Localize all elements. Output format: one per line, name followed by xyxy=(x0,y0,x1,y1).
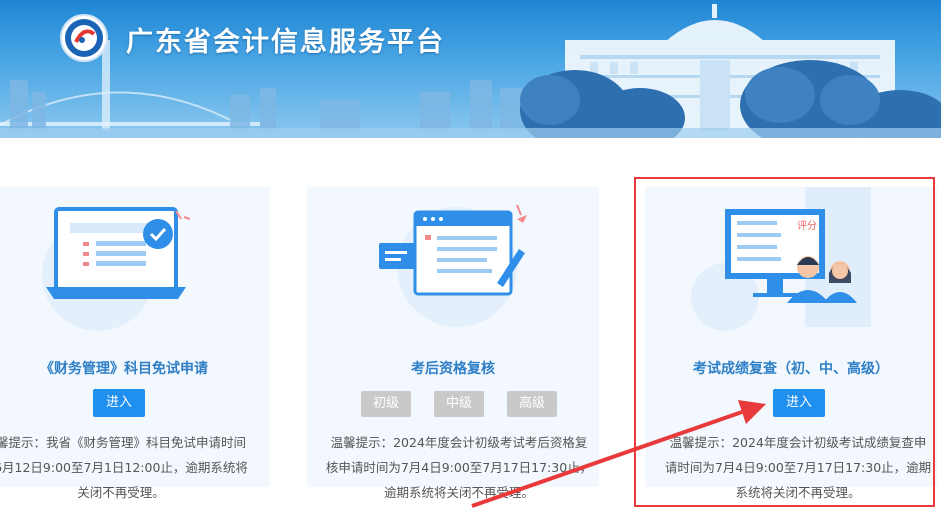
tip-line: 温馨提示：2024年度会计初级考试成绩复查申 xyxy=(669,435,927,450)
card-title-post-exam-review[interactable]: 考后资格复核 xyxy=(307,358,599,378)
card-title-score-review[interactable]: 考试成绩复查（初、中、高级） xyxy=(645,358,937,378)
tip-line: 请时间为7月4日9:00至7月17日17:30止，逾期 xyxy=(664,460,932,475)
tip-line: 6月12日9:00至7月1日12:00止，逾期系统将 xyxy=(0,460,248,475)
tip-finance-exemption: 馨提示：我省《财务管理》科目免试申请时间 6月12日9:00至7月1日12:00… xyxy=(0,430,270,505)
enter-button-score-review[interactable]: 进入 xyxy=(773,389,825,417)
tip-line: 关闭不再受理。 xyxy=(77,485,165,500)
tip-post-exam-review: 温馨提示：2024年度会计初级考试考后资格复 核申请时间为7月4日9:00至7月… xyxy=(310,430,608,505)
tip-score-review: 温馨提示：2024年度会计初级考试成绩复查申 请时间为7月4日9:00至7月17… xyxy=(649,430,941,505)
header-banner: 广东省会计信息服务平台 xyxy=(0,0,941,138)
site-title: 广东省会计信息服务平台 xyxy=(126,27,445,58)
document-pen-illustration xyxy=(379,204,527,327)
tip-line: 核申请时间为7月4日9:00至7月17日17:30止， xyxy=(325,460,593,475)
illus-board-label: 评分 xyxy=(797,220,817,232)
laptop-check-illustration xyxy=(42,207,191,331)
level-button-junior[interactable]: 初级 xyxy=(361,391,411,417)
accounting-platform-logo-icon[interactable] xyxy=(60,14,108,62)
enter-button-finance-exemption[interactable]: 进入 xyxy=(93,389,145,417)
scoring-board-people-illustration: 评分 xyxy=(691,187,871,331)
tip-line: 馨提示：我省《财务管理》科目免试申请时间 xyxy=(0,435,246,450)
tip-line: 温馨提示：2024年度会计初级考试考后资格复 xyxy=(330,435,588,450)
card-title-finance-exemption[interactable]: 《财务管理》科目免试申请 xyxy=(0,358,270,378)
tip-line: 逾期系统将关闭不再受理。 xyxy=(383,485,534,500)
level-button-senior[interactable]: 高级 xyxy=(507,391,557,417)
level-button-intermediate[interactable]: 中级 xyxy=(434,391,484,417)
tip-line: 系统将关闭不再受理。 xyxy=(735,485,861,500)
